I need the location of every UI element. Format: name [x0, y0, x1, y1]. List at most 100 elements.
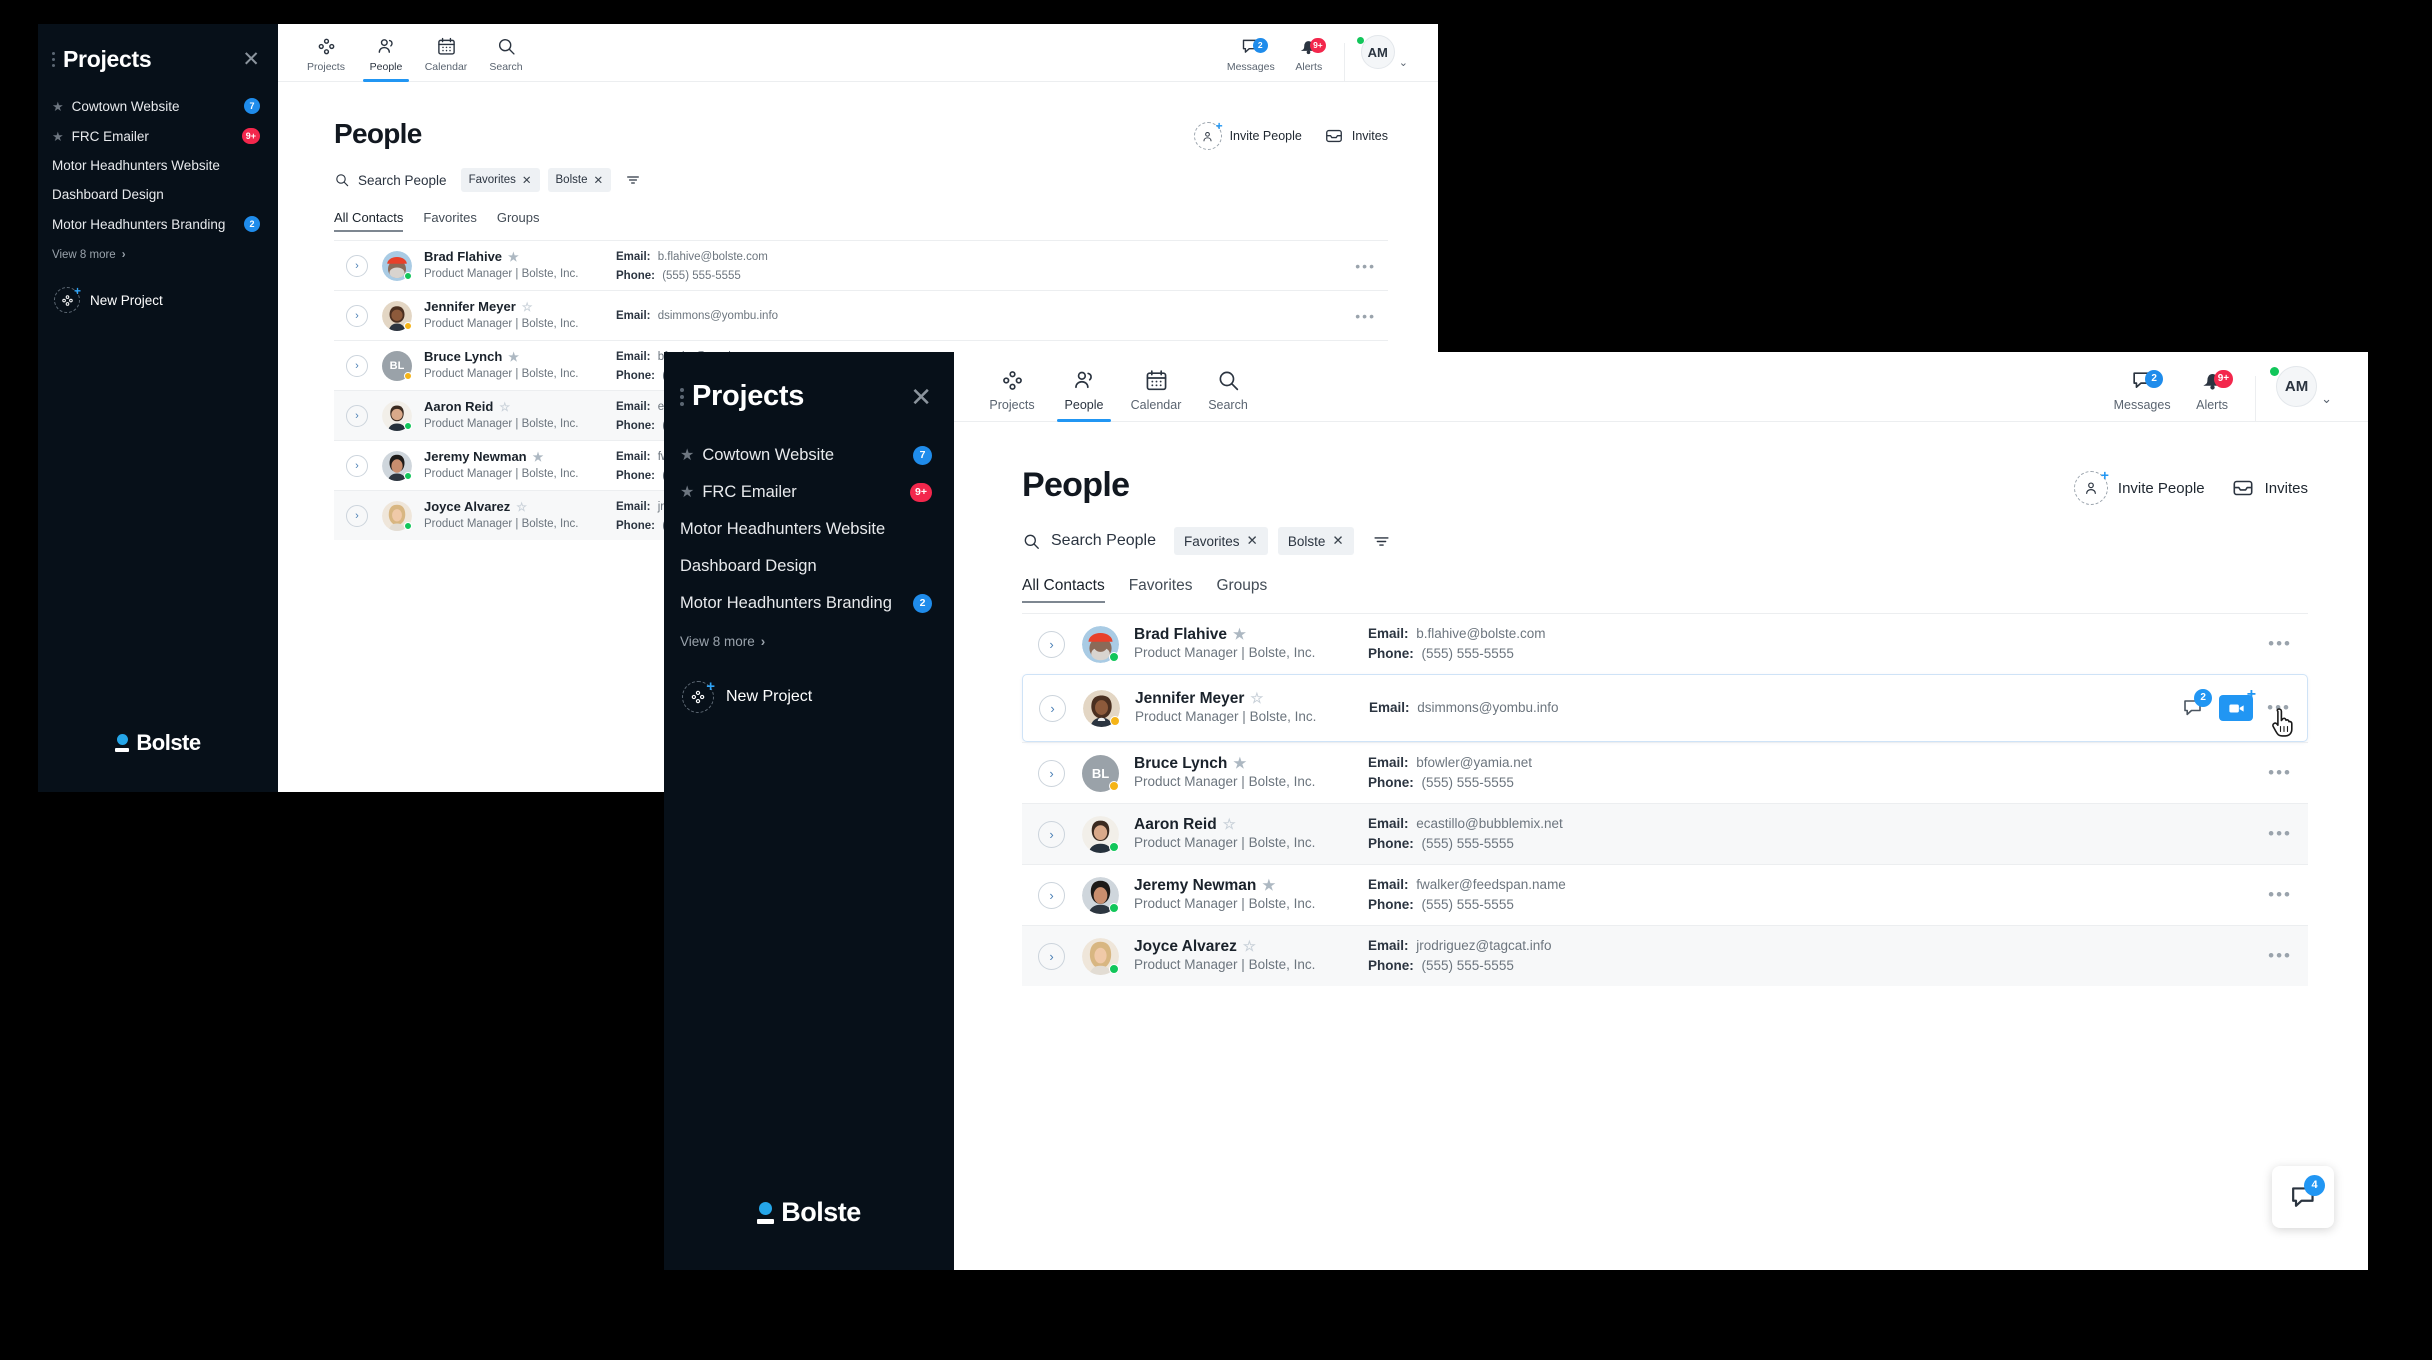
tab-groups[interactable]: Groups — [497, 210, 540, 232]
user-avatar-menu[interactable]: AM ⌄ — [1351, 35, 1420, 81]
new-project-button[interactable]: + New Project — [38, 261, 278, 313]
table-row-selected[interactable]: › Jennifer Meyer ☆ Product Manager | Bol… — [1022, 674, 2308, 742]
tab-all-contacts[interactable]: All Contacts — [334, 210, 404, 232]
favorite-star-icon[interactable]: ☆ — [499, 401, 510, 413]
sidebar-item-motor-headhunters-branding[interactable]: Motor Headhunters Branding 2 — [680, 585, 932, 622]
more-options-icon[interactable]: ••• — [2268, 885, 2292, 905]
close-icon[interactable]: ✕ — [242, 49, 260, 70]
sidebar-item-frc-emailer[interactable]: ★ FRC Emailer 9+ — [52, 121, 260, 151]
chevron-right-icon[interactable]: › — [1038, 820, 1065, 848]
chevron-right-icon[interactable]: › — [346, 304, 368, 327]
user-avatar-menu[interactable]: AM ⌄ — [2264, 366, 2346, 421]
search-input[interactable]: Search People — [358, 173, 447, 188]
nav-calendar[interactable]: Calendar — [416, 36, 476, 81]
filter-chip-bolste[interactable]: Bolste ✕ — [547, 168, 612, 192]
nav-alerts[interactable]: 9+ Alerts — [2177, 368, 2247, 421]
table-row[interactable]: › — [1022, 613, 2308, 674]
sidebar-item-cowtown-website[interactable]: ★ Cowtown Website 7 — [52, 91, 260, 121]
new-project-button[interactable]: + New Project — [664, 649, 954, 713]
chevron-right-icon[interactable]: › — [1038, 942, 1065, 970]
favorite-star-icon[interactable]: ☆ — [1243, 940, 1256, 955]
favorite-star-icon[interactable]: ★ — [508, 351, 519, 363]
close-icon[interactable]: ✕ — [910, 384, 932, 410]
filter-chip-bolste[interactable]: Bolste ✕ — [1277, 527, 1354, 555]
more-options-icon[interactable]: ••• — [2268, 946, 2292, 966]
invite-people-button[interactable]: + Invite People — [2073, 467, 2205, 505]
chevron-right-icon[interactable]: › — [1039, 694, 1066, 722]
nav-messages[interactable]: 2 Messages — [2107, 368, 2177, 421]
remove-chip-icon[interactable]: ✕ — [1332, 533, 1343, 549]
more-options-icon[interactable]: ••• — [2268, 634, 2292, 654]
invite-people-button[interactable]: + Invite People — [1193, 119, 1302, 150]
more-options-icon[interactable]: ••• — [2268, 763, 2292, 783]
table-row[interactable]: › — [1022, 925, 2308, 986]
nav-people[interactable]: People — [356, 36, 416, 82]
filter-chip-favorites[interactable]: Favorites ✕ — [460, 168, 540, 192]
nav-calendar[interactable]: Calendar — [1120, 368, 1192, 421]
chevron-right-icon[interactable]: › — [346, 404, 368, 427]
invites-button[interactable]: Invites — [2231, 476, 2308, 500]
drag-handle-icon[interactable] — [52, 52, 55, 67]
favorite-star-icon[interactable]: ☆ — [1250, 692, 1263, 707]
tab-groups[interactable]: Groups — [1216, 577, 1267, 603]
search-icon[interactable] — [1022, 532, 1041, 551]
chevron-right-icon[interactable]: › — [1038, 881, 1065, 909]
more-options-icon[interactable]: ••• — [1355, 258, 1376, 274]
chevron-right-icon[interactable]: › — [1038, 759, 1065, 787]
sidebar-item-motor-headhunters-website[interactable]: Motor Headhunters Website — [52, 151, 260, 180]
tab-all-contacts[interactable]: All Contacts — [1022, 577, 1105, 603]
favorite-star-icon[interactable]: ★ — [1233, 757, 1246, 772]
sidebar-item-frc-emailer[interactable]: ★ FRC Emailer 9+ — [680, 474, 932, 511]
favorite-star-icon[interactable]: ★ — [1262, 879, 1275, 894]
nav-projects[interactable]: Projects — [296, 36, 356, 81]
nav-projects[interactable]: Projects — [976, 368, 1048, 421]
nav-people[interactable]: People — [1048, 368, 1120, 422]
chat-fab-button[interactable]: 4 — [2272, 1166, 2334, 1228]
filter-icon[interactable] — [1372, 532, 1391, 551]
nav-alerts[interactable]: 9+ Alerts — [1280, 36, 1338, 81]
favorite-star-icon[interactable]: ☆ — [1223, 818, 1236, 833]
more-options-icon[interactable]: ••• — [2268, 824, 2292, 844]
table-row[interactable]: › BL Bruce Lynch ★ Product Manager | Bol… — [1022, 742, 2308, 803]
table-row[interactable]: › — [334, 290, 1388, 340]
search-input[interactable]: Search People — [1051, 532, 1156, 550]
view-more-projects-link[interactable]: View 8 more › — [664, 622, 954, 649]
favorite-star-icon[interactable]: ☆ — [522, 301, 533, 313]
chevron-down-icon[interactable]: ⌄ — [2321, 391, 2332, 407]
tab-favorites[interactable]: Favorites — [1129, 577, 1193, 603]
chevron-right-icon[interactable]: › — [346, 254, 368, 277]
chevron-right-icon[interactable]: › — [346, 454, 368, 477]
nav-messages[interactable]: 2 Messages — [1222, 36, 1280, 81]
favorite-star-icon[interactable]: ★ — [1233, 628, 1246, 643]
remove-chip-icon[interactable]: ✕ — [522, 173, 532, 187]
sidebar-item-dashboard-design[interactable]: Dashboard Design — [680, 548, 932, 585]
search-icon[interactable] — [334, 172, 350, 188]
sidebar-item-dashboard-design[interactable]: Dashboard Design — [52, 180, 260, 209]
favorite-star-icon[interactable]: ★ — [508, 251, 519, 263]
chevron-right-icon[interactable]: › — [346, 354, 368, 377]
nav-search[interactable]: Search — [1192, 368, 1264, 421]
sidebar-item-motor-headhunters-branding[interactable]: Motor Headhunters Branding 2 — [52, 209, 260, 239]
table-row[interactable]: › — [334, 240, 1388, 290]
sidebar-item-cowtown-website[interactable]: ★ Cowtown Website 7 — [680, 437, 932, 474]
nav-search[interactable]: Search — [476, 36, 536, 81]
drag-handle-icon[interactable] — [680, 387, 684, 406]
tab-favorites[interactable]: Favorites — [423, 210, 476, 232]
chevron-right-icon[interactable]: › — [1038, 630, 1065, 658]
chevron-right-icon[interactable]: › — [346, 504, 368, 527]
sidebar-item-motor-headhunters-website[interactable]: Motor Headhunters Website — [680, 511, 932, 548]
invites-button[interactable]: Invites — [1324, 126, 1388, 146]
message-contact-button[interactable]: 2 — [2181, 689, 2213, 720]
favorite-star-icon[interactable]: ☆ — [516, 501, 527, 513]
remove-chip-icon[interactable]: ✕ — [593, 173, 603, 187]
filter-chip-favorites[interactable]: Favorites ✕ — [1173, 527, 1268, 555]
video-call-button[interactable]: + — [2219, 686, 2256, 721]
favorite-star-icon[interactable]: ★ — [533, 451, 544, 463]
remove-chip-icon[interactable]: ✕ — [1247, 533, 1258, 549]
chevron-down-icon[interactable]: ⌄ — [1399, 56, 1408, 69]
view-more-projects-link[interactable]: View 8 more › — [38, 239, 278, 261]
more-options-icon[interactable]: ••• — [2267, 698, 2291, 718]
table-row[interactable]: › — [1022, 864, 2308, 925]
more-options-icon[interactable]: ••• — [1355, 308, 1376, 324]
filter-icon[interactable] — [625, 172, 641, 188]
